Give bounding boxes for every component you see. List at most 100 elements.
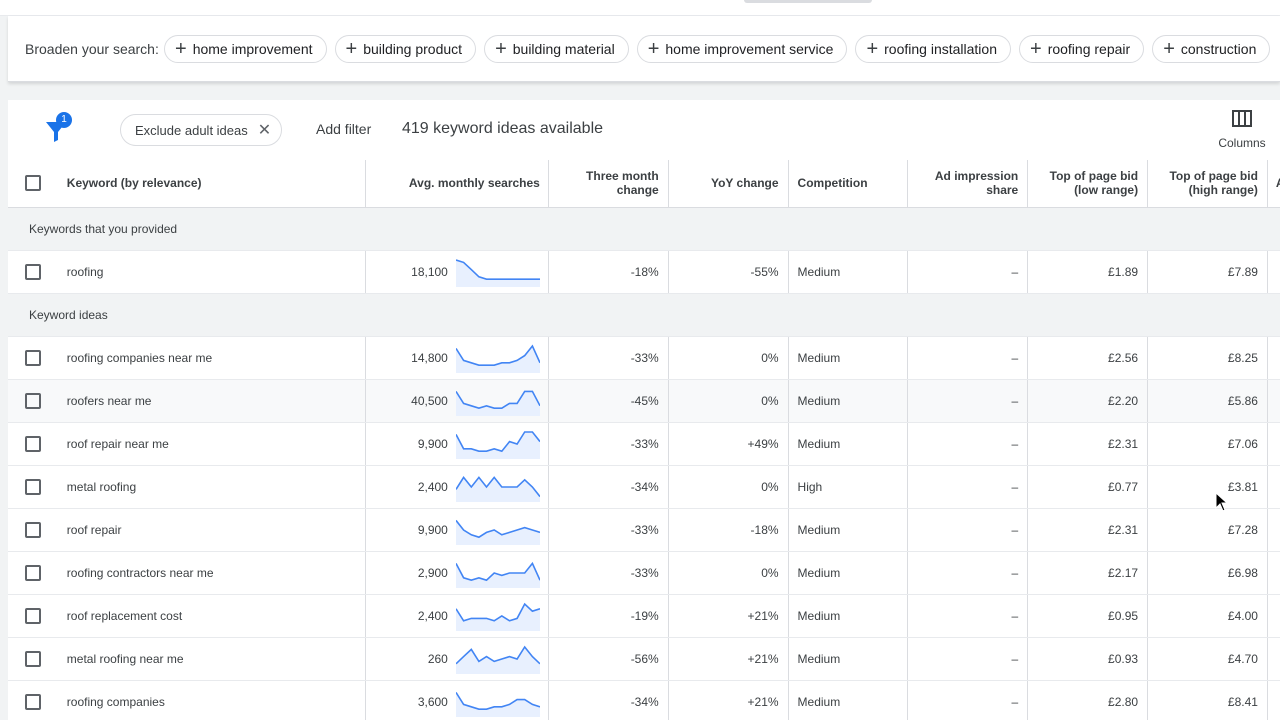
sparkline-area <box>455 390 540 416</box>
competition-cell: Medium <box>788 637 909 681</box>
competition-cell: Medium <box>788 336 909 380</box>
row-checkbox[interactable] <box>25 435 42 452</box>
section-keywords-provided: Keywords that you provided <box>8 207 1280 251</box>
competition-cell: Medium <box>788 680 909 720</box>
acc-cell <box>1267 379 1280 423</box>
acc-cell <box>1267 551 1280 595</box>
yoy-change-cell: +21% <box>668 680 789 720</box>
header-bid-low[interactable]: Top of page bid (low range) <box>1027 160 1149 208</box>
row-checkbox[interactable] <box>25 650 42 667</box>
table-row[interactable]: metal roofing 2,400 -34% 0% High – £0.77 £3.81 <box>8 465 1280 509</box>
bid-low-cell: £2.31 <box>1027 422 1149 466</box>
row-select-cell <box>8 508 59 552</box>
header-acc[interactable]: Acc <box>1267 160 1280 208</box>
avg-monthly-searches-value: 2,400 <box>417 608 448 623</box>
broaden-chip[interactable]: + building material <box>484 35 629 63</box>
broaden-label: Broaden your search: <box>25 41 159 57</box>
ad-impression-share-cell: – <box>907 465 1029 509</box>
ad-impression-share-cell: – <box>907 551 1029 595</box>
ad-impression-share-cell: – <box>907 594 1029 638</box>
row-checkbox[interactable] <box>25 349 42 366</box>
row-checkbox[interactable] <box>25 392 42 409</box>
yoy-change-cell: 0% <box>668 379 789 423</box>
broaden-chip[interactable]: + construction <box>1152 35 1271 63</box>
bid-low-cell: £1.89 <box>1027 250 1149 294</box>
broaden-chip[interactable]: + home improvement <box>164 35 327 63</box>
header-yoy-change[interactable]: YoY change <box>668 160 789 208</box>
ad-impression-share-cell: – <box>907 422 1029 466</box>
yoy-change-cell: +49% <box>668 422 789 466</box>
row-checkbox[interactable] <box>25 478 42 495</box>
row-checkbox[interactable] <box>25 263 42 280</box>
bid-low-cell: £0.95 <box>1027 594 1149 638</box>
add-filter-button[interactable]: Add filter <box>316 121 371 137</box>
header-bid-high[interactable]: Top of page bid (high range) <box>1147 160 1268 208</box>
trend-sparkline <box>455 343 540 373</box>
row-checkbox[interactable] <box>25 693 42 710</box>
header-keyword[interactable]: Keyword (by relevance) <box>58 160 367 208</box>
row-select-cell <box>8 422 59 466</box>
broaden-chip-label: home improvement <box>192 41 313 57</box>
table-row[interactable]: metal roofing near me 260 -56% +21% Medium – £… <box>8 637 1280 681</box>
section-keywords-provided-label: Keywords that you provided <box>8 207 1280 251</box>
table-row[interactable]: roofing 18,100 -18% -55% Medium – £1.89 £7.89 <box>8 250 1280 294</box>
broaden-chips: + home improvement + building product + build… <box>164 35 1271 63</box>
yoy-change-cell: 0% <box>668 336 789 380</box>
row-select-cell <box>8 680 59 720</box>
broaden-chip[interactable]: + roofing installation <box>855 35 1011 63</box>
keyword-cell: roofers near me <box>58 379 367 423</box>
ad-impression-share-cell: – <box>907 336 1029 380</box>
bid-low-cell: £2.20 <box>1027 379 1149 423</box>
row-select-cell <box>8 551 59 595</box>
header-three-month-change[interactable]: Three month change <box>548 160 669 208</box>
yoy-change-cell: -55% <box>668 250 789 294</box>
avg-monthly-searches-cell: 3,600 <box>365 680 549 720</box>
broaden-chip[interactable]: + home improvement service <box>636 35 848 63</box>
row-select-cell <box>8 379 59 423</box>
row-checkbox[interactable] <box>25 607 42 624</box>
row-checkbox[interactable] <box>25 564 42 581</box>
three-month-change-cell: -18% <box>548 250 669 294</box>
plus-icon: + <box>175 38 187 60</box>
acc-cell <box>1267 680 1280 720</box>
three-month-change-cell: -19% <box>548 594 669 638</box>
header-avg-monthly-searches[interactable]: Avg. monthly searches <box>365 160 549 208</box>
table-row[interactable]: roof repair near me 9,900 -33% +49% Medium – £… <box>8 422 1280 466</box>
sparkline-area <box>455 562 540 588</box>
ad-impression-share-cell: – <box>907 637 1029 681</box>
broaden-chip[interactable]: + roofing repair <box>1019 35 1145 63</box>
table-row[interactable]: roofing companies near me 14,800 -33% 0% Med… <box>8 336 1280 380</box>
sparkline-area <box>455 345 540 373</box>
table-row[interactable]: roofing companies 3,600 -34% +21% Medium – £2.… <box>8 680 1280 720</box>
select-all-checkbox[interactable] <box>25 175 42 192</box>
competition-cell: Medium <box>788 250 909 294</box>
header-competition[interactable]: Competition <box>788 160 909 208</box>
bid-high-cell: £6.98 <box>1147 551 1268 595</box>
table-row[interactable]: roof replacement cost 2,400 -19% +21% Medium… <box>8 594 1280 638</box>
bid-high-cell: £4.00 <box>1147 594 1268 638</box>
table-row[interactable]: roofers near me 40,500 -45% 0% Medium – £2.20 £… <box>8 379 1280 423</box>
competition-cell: Medium <box>788 379 909 423</box>
broaden-chip-label: building product <box>363 41 463 57</box>
row-checkbox[interactable] <box>25 521 42 538</box>
broaden-chip-label: construction <box>1180 41 1257 57</box>
yoy-change-cell: +21% <box>668 637 789 681</box>
exclude-adult-ideas-chip[interactable]: Exclude adult ideas ✕ <box>120 114 283 146</box>
avg-monthly-searches-value: 9,900 <box>417 522 448 537</box>
trend-sparkline <box>455 691 540 717</box>
table-row[interactable]: roof repair 9,900 -33% -18% Medium – £2.31 £7.2… <box>8 508 1280 552</box>
columns-button[interactable]: Columns <box>1208 110 1276 150</box>
competition-cell: Medium <box>788 508 909 552</box>
avg-monthly-searches-cell: 9,900 <box>365 422 549 466</box>
select-all-cell <box>8 160 59 208</box>
keyword-ideas-count: 419 keyword ideas available <box>402 120 604 137</box>
avg-monthly-searches-cell: 260 <box>365 637 549 681</box>
top-tab-hint <box>744 0 872 3</box>
columns-icon <box>1232 110 1252 127</box>
row-select-cell <box>8 336 59 380</box>
broaden-chip[interactable]: + building product <box>334 35 477 63</box>
close-icon[interactable]: ✕ <box>258 120 271 140</box>
bid-low-cell: £2.56 <box>1027 336 1149 380</box>
table-row[interactable]: roofing contractors near me 2,900 -33% 0% Me… <box>8 551 1280 595</box>
header-ad-impression-share[interactable]: Ad impression share <box>907 160 1029 208</box>
